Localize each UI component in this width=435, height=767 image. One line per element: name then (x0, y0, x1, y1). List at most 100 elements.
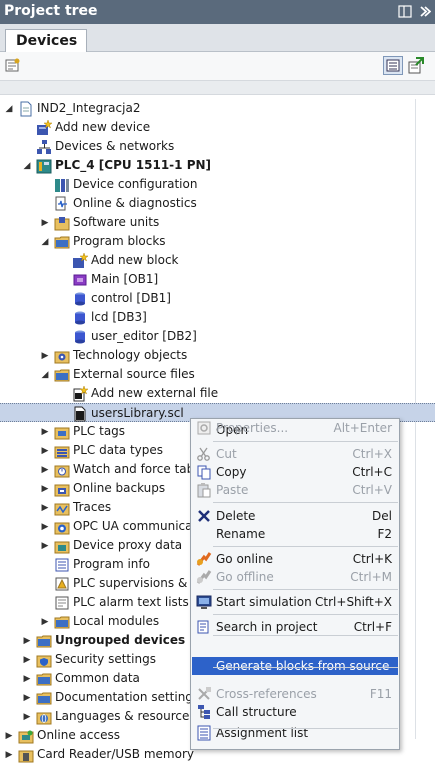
go-online-icon (196, 551, 212, 567)
menu-item-properties[interactable]: Properties... Alt+Enter (192, 419, 398, 437)
menu-item-cut[interactable]: Cut Ctrl+X (192, 445, 398, 463)
tree-item[interactable]: Online & diagnostics (0, 194, 435, 213)
tree-item[interactable]: Main [OB1] (0, 270, 435, 289)
tree-item-label: Documentation settings (55, 690, 200, 704)
menu-item-delete[interactable]: Delete Del (192, 507, 398, 525)
tree-header-gap (0, 80, 435, 95)
expand-closed-icon[interactable]: ▶ (40, 427, 50, 437)
tree-item[interactable]: control [DB1] (0, 289, 435, 308)
db-block-icon (72, 291, 88, 307)
panel-title: Project tree (4, 3, 98, 19)
collapse-panel-icon[interactable] (417, 4, 432, 19)
menu-separator (213, 441, 398, 442)
menu-item-search-in-project[interactable]: Search in project Ctrl+F (192, 618, 398, 636)
tree-item[interactable]: ◢ PLC_4 [CPU 1511-1 PN] (0, 156, 435, 175)
tab-devices[interactable]: Devices (5, 29, 87, 53)
expand-closed-icon[interactable]: ▶ (40, 484, 50, 494)
toolbar (0, 52, 435, 80)
tree-item-label: Online & diagnostics (73, 196, 197, 210)
project-tree-titlebar: Project tree (0, 0, 435, 24)
tree-item[interactable]: ▶ Technology objects (0, 346, 435, 365)
expand-closed-icon[interactable]: ▶ (40, 541, 50, 551)
expand-closed-icon[interactable]: ▶ (22, 693, 32, 703)
folder-icon (36, 690, 52, 706)
menu-separator (213, 667, 398, 668)
add-block-icon (72, 252, 89, 269)
tree-item[interactable]: Add new external file (0, 384, 435, 403)
tree-item[interactable]: ◢ IND2_Integracja2 (0, 99, 435, 118)
menu-item-generate-blocks-from-source[interactable]: Generate blocks from source (192, 657, 398, 675)
expand-closed-icon[interactable]: ▶ (40, 503, 50, 513)
expand-closed-icon[interactable]: ▶ (4, 731, 14, 741)
tree-item-label: Devices & networks (55, 139, 175, 153)
expand-open-icon[interactable]: ◢ (40, 370, 50, 380)
menu-item-start-simulation[interactable]: Start simulation Ctrl+Shift+X (192, 593, 398, 611)
expand-closed-icon[interactable]: ▶ (22, 655, 32, 665)
tree-item[interactable]: ◢ External source files (0, 365, 435, 384)
menu-item-call-structure[interactable]: Call structure (192, 703, 398, 721)
languages-icon (36, 709, 52, 725)
export-view-icon[interactable] (407, 57, 425, 75)
tree-item-label: user_editor [DB2] (91, 329, 197, 343)
menu-item-label: Call structure (216, 705, 297, 719)
menu-separator (213, 502, 398, 503)
file-icon (72, 406, 88, 422)
delete-icon (196, 508, 212, 524)
view-toggle-icon[interactable] (383, 56, 403, 75)
tree-item-label: Security settings (55, 652, 156, 666)
expand-closed-icon[interactable]: ▶ (40, 351, 50, 361)
expand-closed-icon[interactable]: ▶ (22, 712, 32, 722)
menu-item-shortcut: Ctrl+F (353, 620, 392, 634)
watch-table-icon (54, 462, 70, 478)
dock-toggle-icon[interactable] (398, 4, 412, 19)
tree-item[interactable]: ◢ Program blocks (0, 232, 435, 251)
menu-item-cross-references[interactable]: Cross-references F11 (192, 685, 398, 703)
tree-item[interactable]: Devices & networks (0, 137, 435, 156)
expand-open-icon[interactable]: ◢ (4, 104, 14, 114)
tree-item-label: usersLibrary.scl (91, 406, 184, 420)
menu-item-copy[interactable]: Copy Ctrl+C (192, 463, 398, 481)
expand-closed-icon[interactable]: ▶ (22, 674, 32, 684)
tags-icon (54, 424, 70, 440)
menu-item-label: Delete (216, 509, 256, 523)
menu-item-label: Start simulation (216, 595, 312, 609)
menu-item-rename[interactable]: Rename F2 (192, 525, 398, 543)
tree-item[interactable]: Device configuration (0, 175, 435, 194)
menu-item-shortcut: Ctrl+M (350, 570, 392, 584)
menu-item-shortcut: F11 (369, 687, 392, 701)
overview-toolbar-icon[interactable] (5, 57, 21, 73)
tree-item[interactable]: lcd [DB3] (0, 308, 435, 327)
expand-closed-icon[interactable]: ▶ (40, 522, 50, 532)
menu-item-paste[interactable]: Paste Ctrl+V (192, 481, 398, 499)
tree-item[interactable]: Add new block (0, 251, 435, 270)
expand-closed-icon[interactable]: ▶ (22, 636, 32, 646)
expand-closed-icon[interactable]: ▶ (4, 750, 14, 760)
menu-item-assignment-list[interactable]: Assignment list (192, 724, 398, 742)
expand-closed-icon[interactable]: ▶ (40, 446, 50, 456)
expand-open-icon[interactable]: ◢ (22, 161, 32, 171)
menu-separator (213, 589, 398, 590)
tree-item-label: PLC alarm text lists (73, 595, 189, 609)
tree-item[interactable]: user_editor [DB2] (0, 327, 435, 346)
expand-closed-icon[interactable]: ▶ (40, 617, 50, 627)
expand-open-icon[interactable]: ◢ (40, 237, 50, 247)
menu-item-go-online[interactable]: Go online Ctrl+K (192, 550, 398, 568)
menu-item-label: Properties... (216, 421, 289, 435)
tree-item-label: Ungrouped devices (55, 633, 186, 647)
network-icon (36, 139, 52, 155)
online-access-icon (18, 728, 34, 744)
simulation-icon (196, 594, 212, 610)
menu-item-go-offline[interactable]: Go offline Ctrl+M (192, 568, 398, 586)
menu-item-shortcut: Del (372, 509, 392, 523)
folder-icon (54, 367, 70, 383)
tree-item[interactable]: Add new device (0, 118, 435, 137)
menu-item-shortcut: Ctrl+X (352, 447, 392, 461)
tree-item[interactable]: ▶ Software units (0, 213, 435, 232)
tree-item-label: PLC_4 [CPU 1511-1 PN] (55, 158, 212, 172)
folder-icon (36, 671, 52, 687)
menu-item-shortcut: Ctrl+V (352, 483, 392, 497)
expand-closed-icon[interactable]: ▶ (40, 218, 50, 228)
expand-closed-icon[interactable]: ▶ (40, 465, 50, 475)
tree-item-label: Online access (37, 728, 120, 742)
tree-item-label: Watch and force table (73, 462, 205, 476)
